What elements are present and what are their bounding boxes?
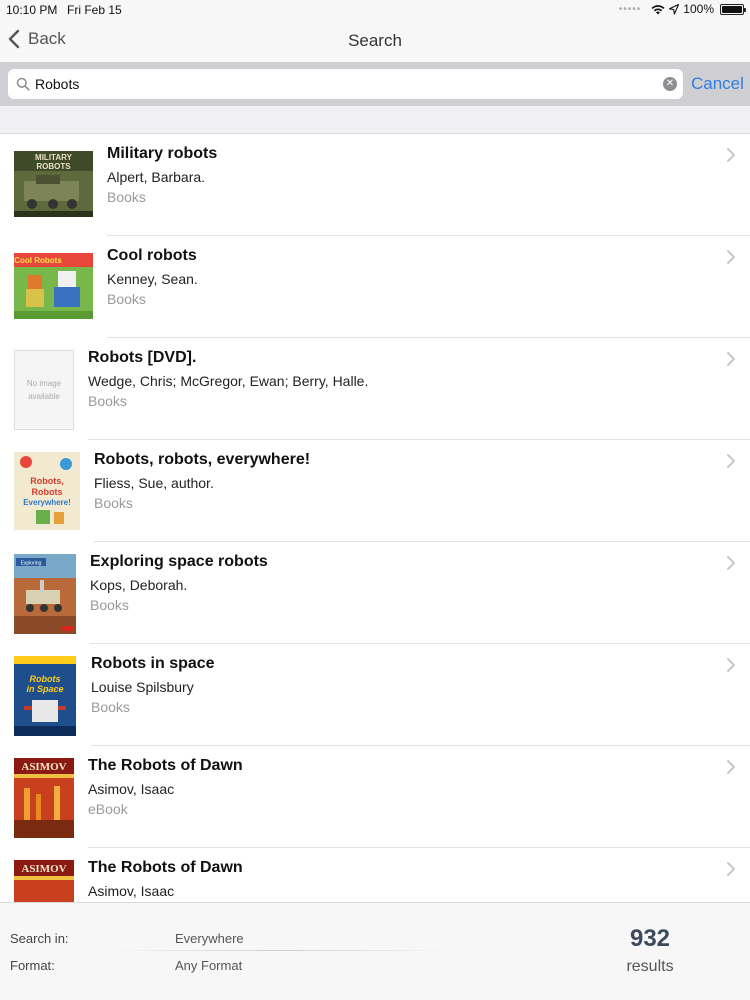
svg-text:Exploring: Exploring xyxy=(21,561,42,567)
search-input[interactable] xyxy=(35,72,655,96)
location-arrow-icon xyxy=(669,3,680,15)
result-title: The Robots of Dawn xyxy=(88,859,243,876)
chevron-right-icon xyxy=(727,658,735,672)
result-title: Exploring space robots xyxy=(90,553,268,570)
results-list[interactable]: MILITARY ROBOTS Military robots Alpert, … xyxy=(0,134,750,904)
battery-percent: 100% xyxy=(683,2,714,16)
result-title: Robots [DVD]. xyxy=(88,349,197,366)
status-indicators: ••••• 100% xyxy=(618,2,746,16)
battery-icon xyxy=(720,3,746,15)
result-format: Books xyxy=(94,495,133,511)
cancel-button[interactable]: Cancel xyxy=(691,74,744,94)
search-field[interactable]: ✕ xyxy=(8,69,683,99)
chevron-right-icon xyxy=(727,556,735,570)
list-item[interactable]: MILITARY ROBOTS Military robots Alpert, … xyxy=(0,134,750,236)
chevron-right-icon xyxy=(727,454,735,468)
format-label: Format: xyxy=(10,958,55,973)
page-title: Search xyxy=(348,31,402,50)
book-cover-image: ASIMOV xyxy=(14,860,74,904)
result-author: Alpert, Barbara. xyxy=(107,169,206,185)
result-format: Books xyxy=(107,291,146,307)
list-item[interactable]: ASIMOV The Robots of Dawn Asimov, Isaac … xyxy=(0,746,750,848)
clear-search-icon[interactable]: ✕ xyxy=(663,77,677,91)
result-title: Cool robots xyxy=(107,247,197,264)
wifi-icon xyxy=(651,4,665,14)
result-title: The Robots of Dawn xyxy=(88,757,243,774)
search-summary-bar: Search in: Everywhere Format: Any Format… xyxy=(0,902,750,1000)
book-cover-image: ASIMOV xyxy=(14,758,74,838)
svg-text:available: available xyxy=(28,392,60,401)
result-format: eBook xyxy=(88,801,128,817)
format-value[interactable]: Any Format xyxy=(175,958,242,973)
result-author: Asimov, Isaac xyxy=(88,781,175,797)
result-format: Books xyxy=(88,393,127,409)
list-item[interactable]: Robots, Robots Everywhere! Robots, robot… xyxy=(0,440,750,542)
no-image-placeholder: No image available xyxy=(14,350,74,430)
search-in-value[interactable]: Everywhere xyxy=(175,931,244,946)
result-title: Robots in space xyxy=(91,655,215,672)
svg-text:Robots: Robots xyxy=(30,674,61,684)
list-item[interactable]: Cool Robots Cool robots Kenney, Sean. Bo… xyxy=(0,236,750,338)
book-cover-image: Exploring xyxy=(14,554,76,634)
search-icon xyxy=(16,77,30,91)
book-cover-image: Cool Robots xyxy=(14,253,93,319)
status-time: 10:10 PM xyxy=(6,3,58,17)
result-author: Kenney, Sean. xyxy=(107,271,198,287)
result-format: Books xyxy=(91,699,130,715)
result-author: Fliess, Sue, author. xyxy=(94,475,214,491)
status-date: Fri Feb 15 xyxy=(67,3,122,17)
result-title: Robots, robots, everywhere! xyxy=(94,451,311,468)
chevron-right-icon xyxy=(727,862,735,876)
result-count: 932 xyxy=(629,925,671,952)
navigation-bar: Back Search xyxy=(0,20,750,62)
svg-text:ROBOTS: ROBOTS xyxy=(36,162,71,171)
result-author: Kops, Deborah. xyxy=(90,577,188,593)
chevron-right-icon xyxy=(727,148,735,162)
chevron-right-icon xyxy=(727,352,735,366)
status-bar: 10:10 PM Fri Feb 15 ••••• 100% xyxy=(0,0,750,20)
list-item[interactable]: Robots in Space Robots in space Louise S… xyxy=(0,644,750,746)
svg-text:ASIMOV: ASIMOV xyxy=(21,761,66,773)
signal-dots-icon: ••••• xyxy=(618,3,642,15)
filter-divider xyxy=(105,950,455,951)
svg-text:in Space: in Space xyxy=(26,684,63,694)
book-cover-image: MILITARY ROBOTS xyxy=(14,151,93,217)
svg-text:Cool Robots: Cool Robots xyxy=(14,256,62,265)
result-format: Books xyxy=(107,189,146,205)
result-format: Books xyxy=(90,597,129,613)
svg-text:MILITARY: MILITARY xyxy=(35,153,73,162)
list-item[interactable]: ASIMOV The Robots of Dawn Asimov, Isaac xyxy=(0,848,750,904)
svg-text:Robots,: Robots, xyxy=(30,476,64,486)
svg-text:Robots: Robots xyxy=(32,487,63,497)
list-item[interactable]: No image available Robots [DVD]. Wedge, … xyxy=(0,338,750,440)
result-author: Wedge, Chris; McGregor, Ewan; Berry, Hal… xyxy=(88,373,369,389)
svg-text:Everywhere!: Everywhere! xyxy=(23,498,71,507)
list-item[interactable]: Exploring Exploring space robots Kops, D… xyxy=(0,542,750,644)
book-cover-image: Robots, Robots Everywhere! xyxy=(14,452,80,530)
result-author: Asimov, Isaac xyxy=(88,883,175,899)
section-spacer xyxy=(0,106,750,134)
search-in-label: Search in: xyxy=(10,931,69,946)
svg-text:ASIMOV: ASIMOV xyxy=(21,863,66,875)
result-title: Military robots xyxy=(107,145,218,162)
svg-text:No image: No image xyxy=(27,379,62,388)
chevron-right-icon xyxy=(727,250,735,264)
result-author: Louise Spilsbury xyxy=(91,679,194,695)
search-bar: ✕ Cancel xyxy=(0,62,750,106)
chevron-right-icon xyxy=(727,760,735,774)
result-count-label: results xyxy=(626,958,674,975)
book-cover-image: Robots in Space xyxy=(14,656,76,736)
